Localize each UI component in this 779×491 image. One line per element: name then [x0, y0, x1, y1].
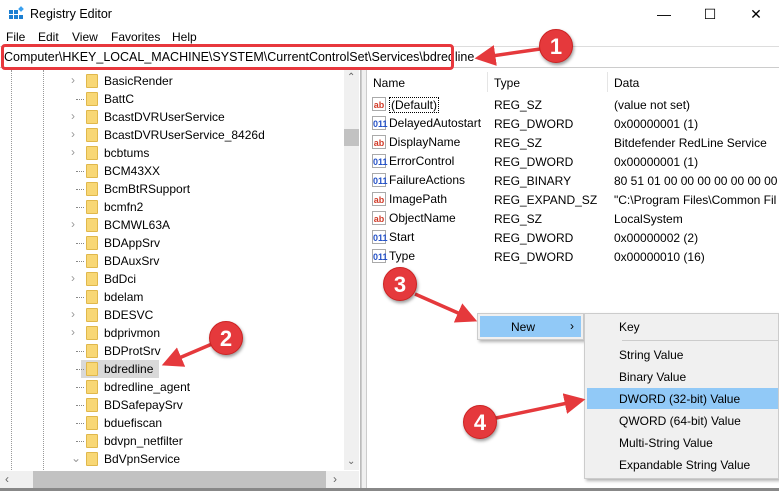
arrow-4 — [495, 393, 586, 420]
arrow-2 — [161, 342, 213, 367]
arrow-3 — [414, 292, 478, 323]
annotation-arrows — [161, 45, 586, 420]
arrow-1 — [474, 45, 541, 66]
annotation-badge-1: 1 — [539, 29, 573, 63]
annotation-badge-4: 4 — [463, 405, 497, 439]
annotation-badge-3: 3 — [383, 267, 417, 301]
annotation-badge-2: 2 — [209, 321, 243, 355]
